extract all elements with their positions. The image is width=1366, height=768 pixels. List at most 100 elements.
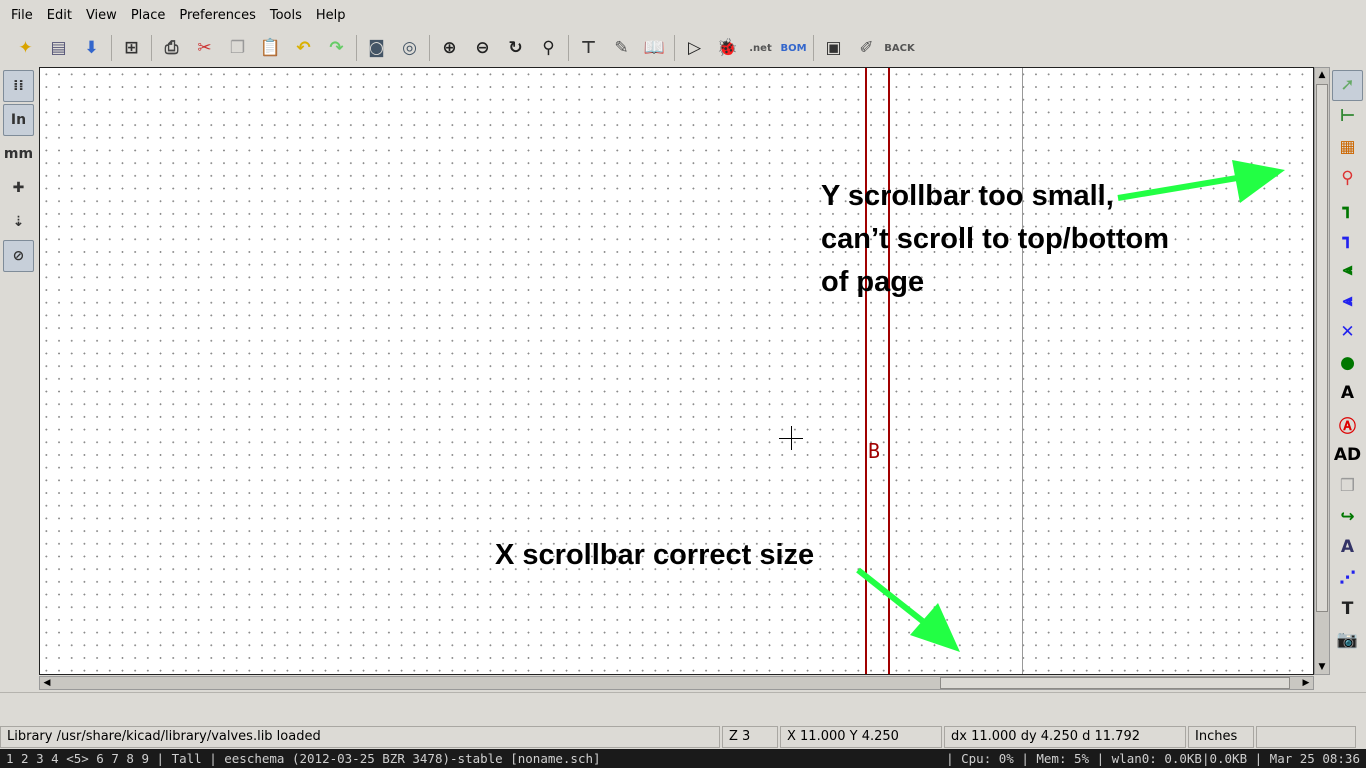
horizontal-scroll-thumb[interactable] — [940, 677, 1290, 689]
undo-button[interactable]: ↶ — [288, 33, 319, 63]
save-button[interactable]: ⬇ — [76, 33, 107, 63]
add-global-label-button[interactable]: Ⓐ — [1332, 409, 1363, 440]
open-icon: ▤ — [50, 38, 67, 58]
add-hier-sheet-button[interactable]: ❒ — [1332, 470, 1363, 501]
add-sheet-pin-button[interactable]: A — [1332, 532, 1363, 563]
status-rel-coords: dx 11.000 dy 4.250 d 11.792 — [944, 726, 1186, 748]
grid-toggle-button[interactable]: ⁞⁞ — [3, 70, 34, 102]
paste-button[interactable]: 📋 — [255, 33, 286, 63]
grid-toggle-icon: ⁞⁞ — [13, 78, 24, 94]
scroll-up-icon[interactable]: ▲ — [1315, 68, 1329, 82]
wm-system-stats: | Cpu: 0% | Mem: 5% | wlan0: 0.0KB|0.0KB… — [946, 751, 1360, 766]
bom-button[interactable]: BOM — [778, 33, 809, 63]
bom-icon: BOM — [780, 42, 807, 54]
find-replace-button[interactable]: ◎ — [394, 33, 425, 63]
scroll-left-icon[interactable]: ◀ — [40, 676, 54, 690]
hierarchy-icon: ⊤ — [580, 38, 597, 58]
find-icon: ◙ — [368, 38, 385, 58]
units-mm-button[interactable]: mm — [3, 138, 34, 170]
main-toolbar: ✦ ▤ ⬇ ⊞ ⎙ ✂ ❐ 📋 ↶ ↷ ◙ ◎ ⊕ ⊖ ↻ ⚲ ⊤ ✎ 📖 ▷ 🐞 .net BOM ▣ ✐ BACK — [0, 30, 1366, 66]
cursor-shape-button[interactable]: ✚ — [3, 172, 34, 204]
zoom-in-button[interactable]: ⊕ — [434, 33, 465, 63]
hierarchy-button[interactable]: ⊤ — [573, 33, 604, 63]
no-connect-button[interactable]: ✕ — [1332, 316, 1363, 347]
erc-icon: 🐞 — [716, 38, 739, 58]
menu-tools[interactable]: Tools — [263, 8, 309, 23]
add-graphic-line-button[interactable]: ⋰ — [1332, 563, 1363, 594]
zoom-fit-button[interactable]: ⚲ — [533, 33, 564, 63]
wire-bus-entry-icon: ⫷ — [1342, 260, 1353, 281]
add-net-label-button[interactable]: A — [1332, 378, 1363, 409]
message-panel — [0, 692, 1366, 724]
horizontal-scrollbar[interactable]: ◀ ▶ — [39, 676, 1314, 690]
import-sheet-pin-button[interactable]: ↪ — [1332, 501, 1363, 532]
import-sheet-pin-icon: ↪ — [1340, 506, 1355, 527]
schematic-canvas[interactable]: B Y scrollbar too small, can’t scroll to… — [39, 67, 1314, 675]
paste-icon: 📋 — [259, 38, 282, 58]
add-wire-button[interactable]: ┓ — [1332, 193, 1363, 224]
add-bus-button[interactable]: ┓ — [1332, 224, 1363, 255]
add-image-button[interactable]: 📷 — [1332, 624, 1363, 655]
redraw-button[interactable]: ↻ — [500, 33, 531, 63]
select-arrow-button[interactable]: ➚ — [1332, 70, 1363, 101]
menu-preferences[interactable]: Preferences — [172, 8, 262, 23]
redo-button[interactable]: ↷ — [321, 33, 352, 63]
add-hier-label-button[interactable]: AD — [1332, 440, 1363, 471]
page-settings-button[interactable]: ⊞ — [116, 33, 147, 63]
zoom-out-icon: ⊖ — [475, 38, 490, 58]
menu-help[interactable]: Help — [309, 8, 353, 23]
menu-view[interactable]: View — [79, 8, 124, 23]
annotation-arrows — [856, 160, 1285, 652]
new-schematic-button[interactable]: ✦ — [10, 33, 41, 63]
zoom-out-button[interactable]: ⊖ — [467, 33, 498, 63]
arrow-right-icon — [1117, 172, 1256, 201]
bus-wire-45-icon: ⊘ — [12, 248, 25, 264]
open-button[interactable]: ▤ — [43, 33, 74, 63]
menu-edit[interactable]: Edit — [40, 8, 79, 23]
wm-workspaces-title: 1 2 3 4 <5> 6 7 8 9 | Tall | eeschema (2… — [6, 751, 601, 766]
bus-bus-entry-button[interactable]: ⫷ — [1332, 286, 1363, 317]
status-units: Inches — [1188, 726, 1254, 748]
hierarchy-navigator-icon: ⊢ — [1339, 106, 1356, 127]
add-component-button[interactable]: ▦ — [1332, 132, 1363, 163]
status-abs-coords: X 11.000 Y 4.250 — [780, 726, 942, 748]
cut-icon: ✂ — [197, 38, 212, 58]
add-global-label-icon: Ⓐ — [1339, 416, 1356, 437]
back-annotate-button[interactable]: BACK — [884, 33, 915, 63]
units-inches-button[interactable]: In — [3, 104, 34, 136]
no-connect-icon: ✕ — [1340, 321, 1355, 342]
print-button[interactable]: ⎙ — [156, 33, 187, 63]
tools-toolbar: ➚ ⊢ ▦ ⚲ ┓ ┓ ⫷ ⫷ ✕ ● A Ⓐ AD ❒ ↪ A ⋰ T 📷 — [1332, 70, 1366, 655]
add-junction-button[interactable]: ● — [1332, 347, 1363, 378]
add-text-button[interactable]: T — [1332, 594, 1363, 625]
redo-icon: ↷ — [329, 38, 344, 58]
scroll-right-icon[interactable]: ▶ — [1299, 676, 1313, 690]
hierarchy-navigator-button[interactable]: ⊢ — [1332, 101, 1363, 132]
copy-button[interactable]: ❐ — [222, 33, 253, 63]
toolbar-separator — [356, 35, 357, 61]
zoom-fit-icon: ⚲ — [542, 38, 555, 58]
cvpcb-button[interactable]: ▣ — [818, 33, 849, 63]
find-button[interactable]: ◙ — [361, 33, 392, 63]
vertical-scroll-thumb[interactable] — [1316, 84, 1328, 612]
copy-icon: ❐ — [229, 38, 246, 58]
menu-bar: File Edit View Place Preferences Tools Help — [0, 0, 1366, 30]
library-browser-button[interactable]: 📖 — [639, 33, 670, 63]
scroll-down-icon[interactable]: ▼ — [1315, 660, 1329, 674]
vertical-scrollbar[interactable]: ▲ ▼ — [1314, 67, 1330, 675]
menu-place[interactable]: Place — [124, 8, 173, 23]
hidden-pins-button[interactable]: ⇣ — [3, 206, 34, 238]
netlist-button[interactable]: .net — [745, 33, 776, 63]
toolbar-separator — [429, 35, 430, 61]
cut-button[interactable]: ✂ — [189, 33, 220, 63]
bus-wire-45-button[interactable]: ⊘ — [3, 240, 34, 272]
wire-bus-entry-button[interactable]: ⫷ — [1332, 255, 1363, 286]
erc-button[interactable]: 🐞 — [712, 33, 743, 63]
add-power-button[interactable]: ⚲ — [1332, 162, 1363, 193]
annotate-button[interactable]: ▷ — [679, 33, 710, 63]
pcbnew-button[interactable]: ✐ — [851, 33, 882, 63]
menu-file[interactable]: File — [4, 8, 40, 23]
status-message: Library /usr/share/kicad/library/valves.… — [0, 726, 720, 748]
library-editor-button[interactable]: ✎ — [606, 33, 637, 63]
add-power-icon: ⚲ — [1341, 167, 1354, 188]
